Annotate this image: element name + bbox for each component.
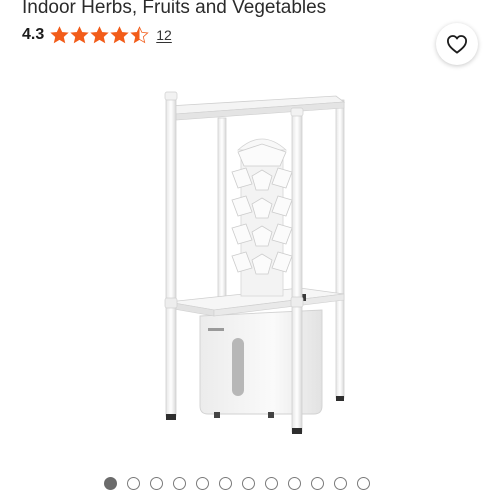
rating-row: 4.3 12	[22, 25, 172, 45]
carousel-dot[interactable]	[196, 476, 209, 490]
favorite-button[interactable]	[436, 23, 478, 65]
carousel-dot[interactable]	[127, 476, 140, 490]
star-full-icon	[90, 26, 109, 44]
carousel-dot[interactable]	[288, 476, 301, 490]
review-count-link[interactable]: 12	[156, 27, 172, 43]
rating-stars	[50, 26, 150, 44]
carousel-dot[interactable]	[173, 476, 186, 490]
rating-value: 4.3	[22, 26, 45, 43]
product-title: Indoor Herbs, Fruits and Vegetables	[22, 0, 327, 18]
star-full-icon	[70, 26, 89, 44]
carousel-dot[interactable]	[242, 476, 255, 490]
carousel-dot[interactable]	[334, 476, 347, 490]
star-full-icon	[110, 26, 129, 44]
carousel-dot[interactable]	[219, 476, 232, 490]
star-full-icon	[50, 26, 69, 44]
carousel-dot[interactable]	[104, 476, 117, 490]
carousel-dot[interactable]	[150, 476, 163, 490]
product-image[interactable]	[140, 88, 360, 440]
image-carousel-dots	[104, 476, 380, 490]
heart-outline-icon	[446, 35, 467, 54]
carousel-dot[interactable]	[357, 476, 370, 490]
carousel-dot[interactable]	[265, 476, 278, 490]
star-half-icon	[130, 26, 149, 44]
carousel-dot[interactable]	[311, 476, 324, 490]
